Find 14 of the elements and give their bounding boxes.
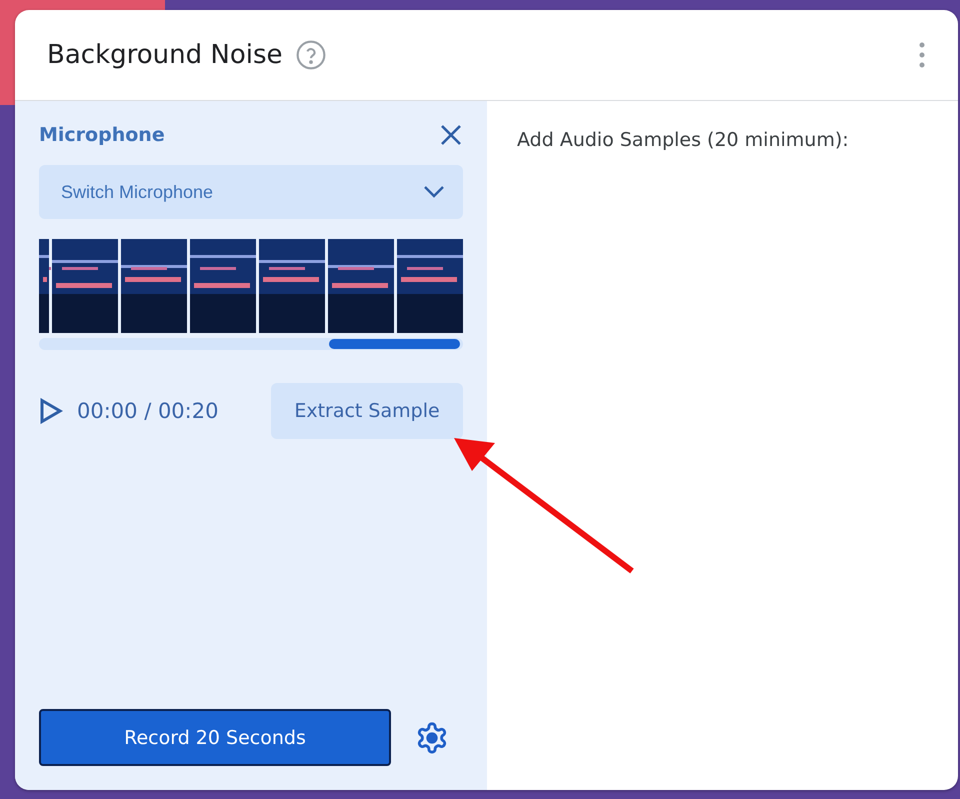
close-icon[interactable] (439, 123, 463, 147)
panel-title: Microphone (39, 124, 165, 146)
playback-time: 00:00 / 00:20 (77, 399, 218, 423)
samples-heading: Add Audio Samples (20 minimum): (517, 129, 850, 151)
record-button[interactable]: Record 20 Seconds (39, 709, 391, 766)
more-menu-icon[interactable] (918, 41, 926, 69)
microphone-dropdown[interactable]: Switch Microphone (39, 165, 463, 219)
play-icon[interactable] (39, 398, 63, 424)
card-title: Background Noise (47, 40, 282, 70)
help-icon[interactable] (294, 39, 326, 71)
scrollbar-thumb[interactable] (329, 339, 460, 349)
settings-icon[interactable] (415, 720, 449, 754)
extract-sample-button[interactable]: Extract Sample (271, 383, 463, 439)
chevron-down-icon (423, 185, 445, 199)
